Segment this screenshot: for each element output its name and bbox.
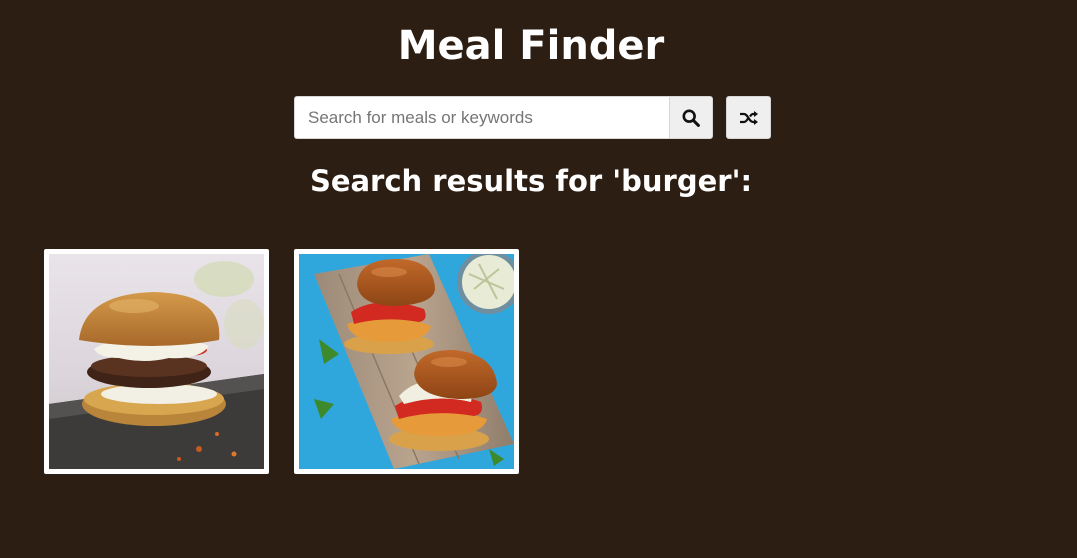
search-form: [294, 96, 771, 139]
shuffle-icon: [739, 110, 758, 125]
search-button[interactable]: [669, 96, 713, 139]
results-heading: Search results for 'burger':: [309, 164, 753, 198]
meal-image-burger: [49, 254, 264, 469]
search-icon: [682, 108, 700, 127]
search-input[interactable]: [294, 96, 669, 139]
meal-image-chicken-burgers: [299, 254, 514, 469]
meal-card[interactable]: [44, 249, 269, 474]
page-title: Meal Finder: [397, 23, 665, 69]
meal-finder-page: Meal Finder Search results for 'burger':: [0, 0, 1077, 558]
random-meal-button[interactable]: [726, 96, 771, 139]
meal-card[interactable]: [294, 249, 519, 474]
meal-results: [44, 249, 519, 474]
